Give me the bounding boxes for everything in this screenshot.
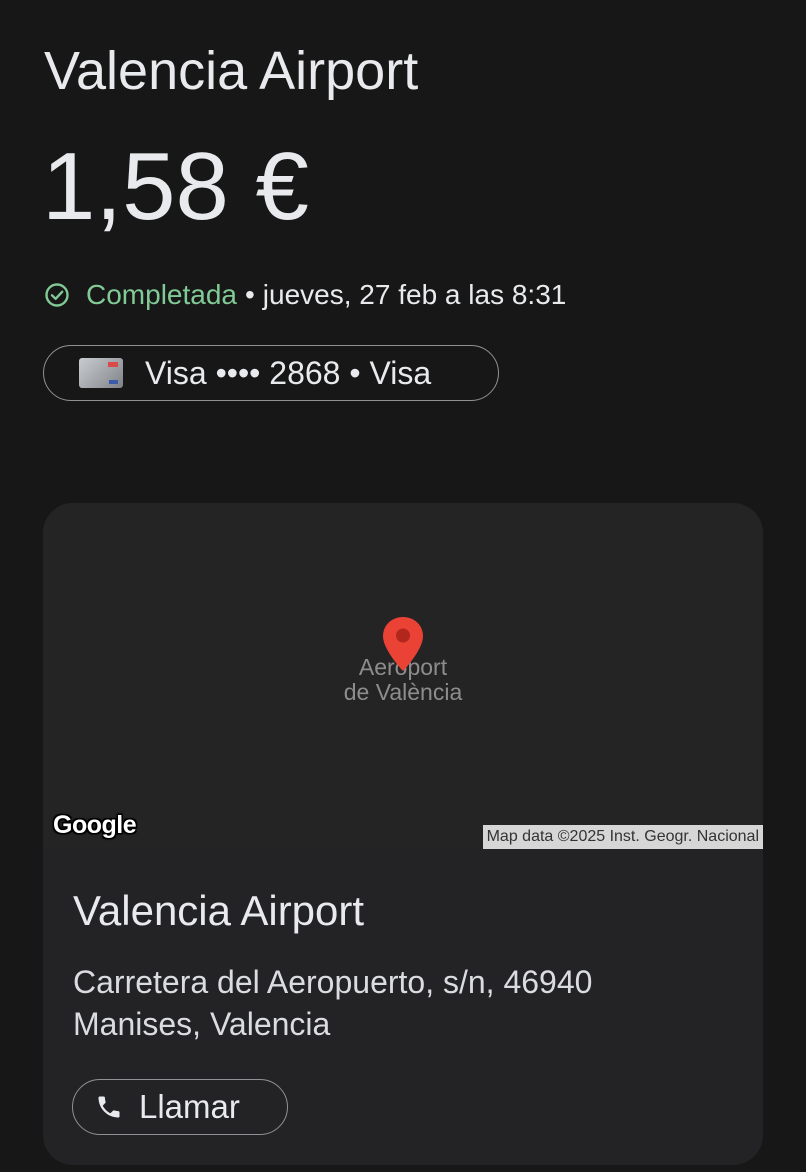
card-thumbnail-icon: [79, 358, 123, 388]
map-place-label-line2: de València: [343, 679, 463, 705]
transaction-datetime: jueves, 27 feb a las 8:31: [262, 279, 567, 310]
place-name: Valencia Airport: [73, 887, 365, 934]
payment-method-label: Visa •••• 2868 • Visa: [145, 354, 432, 391]
transaction-amount: 1,58 €: [42, 133, 309, 240]
status-row: Completada • jueves, 27 feb a las 8:31: [44, 276, 566, 314]
status-separator: •: [244, 279, 255, 310]
map-preview[interactable]: Aeroport de València Google Map data ©20…: [43, 503, 763, 849]
merchant-title: Valencia Airport: [44, 41, 419, 101]
phone-icon: [95, 1093, 123, 1121]
check-circle-icon: [44, 282, 70, 308]
payment-method-chip[interactable]: Visa •••• 2868 • Visa: [43, 345, 499, 401]
status-label: Completada: [86, 279, 237, 310]
map-pin-icon: [383, 617, 423, 671]
transaction-detail-screen: Valencia Airport 1,58 € Completada • jue…: [0, 0, 806, 1172]
call-button[interactable]: Llamar: [72, 1079, 288, 1135]
place-card: Aeroport de València Google Map data ©20…: [43, 503, 763, 1165]
place-address: Carretera del Aeropuerto, s/n, 46940 Man…: [73, 964, 593, 1042]
call-button-label: Llamar: [139, 1088, 240, 1125]
map-attribution: Map data ©2025 Inst. Geogr. Nacional: [482, 825, 763, 849]
google-logo: Google: [53, 811, 137, 839]
